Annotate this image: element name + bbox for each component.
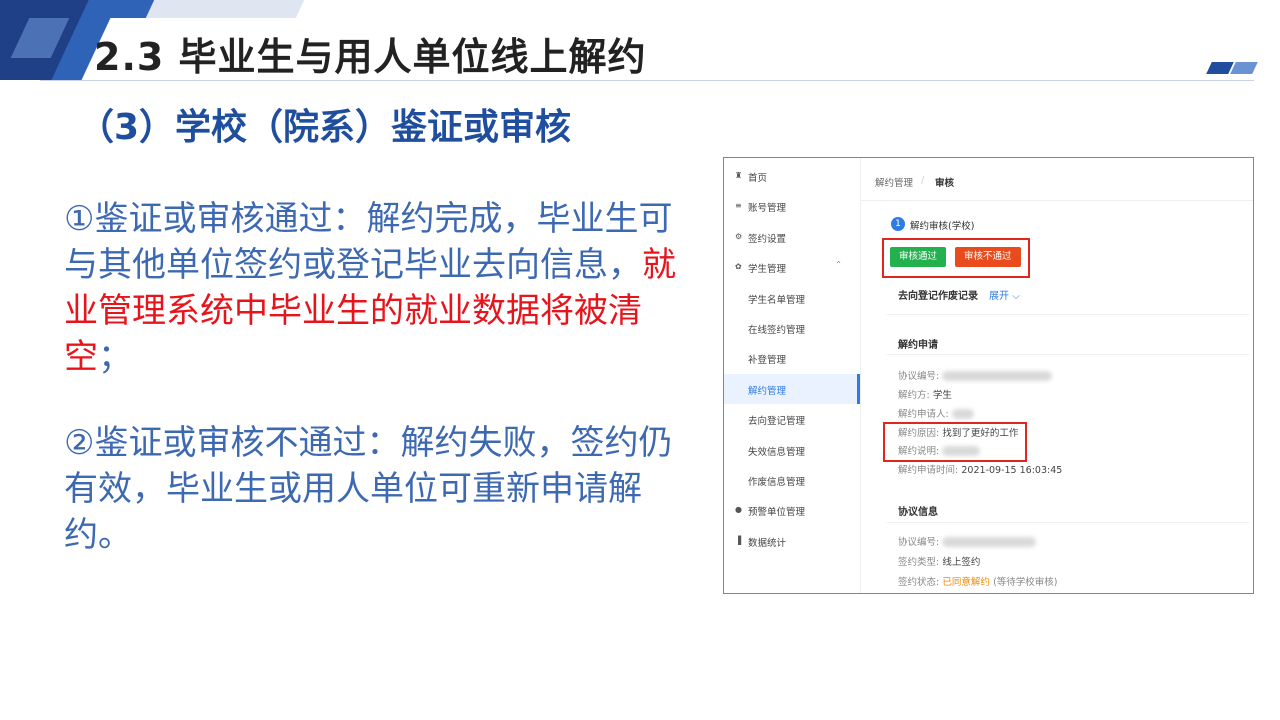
sidebar-item-label: 账号管理: [748, 203, 787, 215]
slide-title: 2.3 毕业生与用人单位线上解约: [94, 35, 647, 79]
paragraph-approved-end: ；: [98, 337, 132, 377]
chevron-up-icon: ⌃: [835, 260, 842, 270]
field-value: 学生: [932, 390, 952, 401]
breadcrumb-current: 审核: [935, 178, 955, 189]
step-label: 解约审核(学校): [910, 221, 975, 232]
approve-button[interactable]: 审核通过: [890, 247, 947, 267]
agreement-type: 签约类型: 线上签约: [898, 554, 980, 568]
sidebar-item-label: 补登管理: [748, 355, 787, 367]
sidebar-item[interactable]: 作废信息管理: [724, 465, 860, 495]
status-note: (等待学校审核): [993, 577, 1058, 588]
paragraph-rejected: ②鉴证或审核不通过：解约失败，签约仍有效，毕业生或用人单位可重新申请解约。: [64, 423, 673, 555]
sidebar-item-label: 在线签约管理: [748, 325, 806, 336]
records-label: 去向登记作废记录: [898, 291, 978, 302]
agreement-heading: 协议信息: [898, 507, 938, 518]
home-icon: ♜: [735, 171, 743, 180]
divider: [887, 354, 1249, 355]
chart-icon: ▐: [735, 535, 742, 545]
review-panel: 1 解约审核(学校) 审核通过 审核不通过 去向登记作废记录 展开 ⌵ 解约申请…: [861, 200, 1253, 593]
sidebar-item[interactable]: ✿ 学生管理 ⌃: [724, 252, 860, 282]
records-expand-toggle[interactable]: 展开 ⌵: [989, 287, 1020, 302]
user-icon: ✿: [735, 262, 742, 272]
divider: [887, 522, 1249, 523]
application-applicant: 解约申请人:: [898, 406, 974, 420]
sidebar-item-label: 作废信息管理: [748, 477, 806, 488]
application-reason: 解约原因: 找到了更好的工作: [898, 425, 1018, 439]
redacted-value: [942, 446, 981, 456]
field-label: 协议编号:: [898, 371, 940, 382]
breadcrumb-separator: /: [921, 175, 925, 186]
field-label: 协议编号:: [898, 537, 940, 548]
application-time: 解约申请时间: 2021-09-15 16:03:45: [898, 462, 1062, 476]
field-label: 签约状态:: [898, 577, 940, 588]
redacted-value: [942, 537, 1037, 547]
field-label: 解约申请人:: [898, 409, 949, 420]
field-value: 2021-09-15 16:03:45: [961, 465, 1063, 476]
field-value: 找到了更好的工作: [942, 428, 1019, 439]
sidebar-item-label: 学生名单管理: [748, 294, 806, 306]
sidebar-item-label: 解约管理: [748, 385, 787, 397]
sidebar-item[interactable]: ▐ 数据统计: [724, 526, 860, 556]
sidebar: ♜ 首页 ≡ 账号管理 ⚙ 签约设置 ✿ 学生管理 ⌃ 学生名单管理 在线签约管理 补登管理解约管理去…: [724, 158, 861, 593]
records-expand-label: 展开: [989, 291, 1009, 302]
sidebar-item-label: 数据统计: [748, 537, 787, 549]
breadcrumb: 解约管理 / 审核: [861, 158, 1253, 201]
sidebar-item[interactable]: ⚙ 签约设置: [724, 222, 860, 252]
sidebar-item-label: 失效信息管理: [748, 446, 806, 458]
application-agreement-no: 协议编号:: [898, 368, 1053, 382]
title-divider: [40, 80, 1254, 81]
corner-accent-light: [1230, 62, 1258, 74]
divider: [887, 314, 1249, 315]
step-number-badge: 1: [891, 217, 905, 231]
alert-icon: ●: [735, 505, 742, 515]
sidebar-item[interactable]: ● 预警单位管理: [724, 495, 860, 525]
reject-button[interactable]: 审核不通过: [955, 247, 1021, 267]
paragraph-approved: ①鉴证或审核通过：解约完成，毕业生可与其他单位签约或登记毕业去向信息，就业管理系…: [64, 196, 684, 380]
sidebar-item[interactable]: 失效信息管理: [724, 435, 860, 465]
application-party: 解约方: 学生: [898, 387, 952, 401]
field-label: 解约原因:: [898, 428, 940, 439]
sidebar-item[interactable]: ≡ 账号管理: [724, 191, 860, 221]
application-heading: 解约申请: [898, 340, 938, 351]
agreement-no: 协议编号:: [898, 534, 1037, 548]
sidebar-item[interactable]: 去向登记管理: [724, 404, 860, 434]
sidebar-item-label: 签约设置: [748, 233, 787, 245]
redacted-value: [942, 371, 1053, 381]
sidebar-item[interactable]: 补登管理: [724, 343, 860, 373]
field-value: 线上签约: [942, 557, 981, 568]
sidebar-item[interactable]: 学生名单管理: [724, 283, 860, 313]
chevron-down-icon: ⌵: [1012, 291, 1020, 302]
field-label: 解约说明:: [898, 446, 940, 457]
sidebar-item[interactable]: 解约管理: [724, 373, 860, 404]
list-icon: ≡: [735, 201, 742, 211]
sidebar-item-label: 去向登记管理: [748, 416, 806, 428]
breadcrumb-parent[interactable]: 解约管理: [875, 175, 913, 189]
sidebar-item[interactable]: 在线签约管理: [724, 313, 860, 343]
system-screenshot: ♜ 首页 ≡ 账号管理 ⚙ 签约设置 ✿ 学生管理 ⌃ 学生名单管理 在线签约管理 补登管理 解约管理去…: [723, 157, 1254, 594]
agreement-status: 签约状态: 已同意解约 (等待学校审核): [898, 574, 1058, 588]
sidebar-item-label: 学生管理: [748, 264, 787, 276]
sidebar-item-label: 首页: [748, 173, 768, 184]
slide-subtitle: （3）学校（院系）鉴证或审核: [78, 107, 572, 148]
settings-icon: ⚙: [735, 231, 743, 241]
application-note: 解约说明:: [898, 443, 981, 457]
field-label: 解约申请时间:: [898, 465, 959, 476]
sidebar-item[interactable]: ♜ 首页: [724, 161, 860, 191]
status-badge: 已同意解约: [942, 577, 990, 588]
paragraph-approved-text: ①鉴证或审核通过：解约完成，毕业生可与其他单位签约或登记毕业去向信息，: [64, 199, 673, 285]
redacted-value: [951, 409, 974, 419]
field-label: 签约类型:: [898, 557, 940, 568]
field-label: 解约方:: [898, 390, 930, 401]
sidebar-item-label: 预警单位管理: [748, 507, 806, 519]
